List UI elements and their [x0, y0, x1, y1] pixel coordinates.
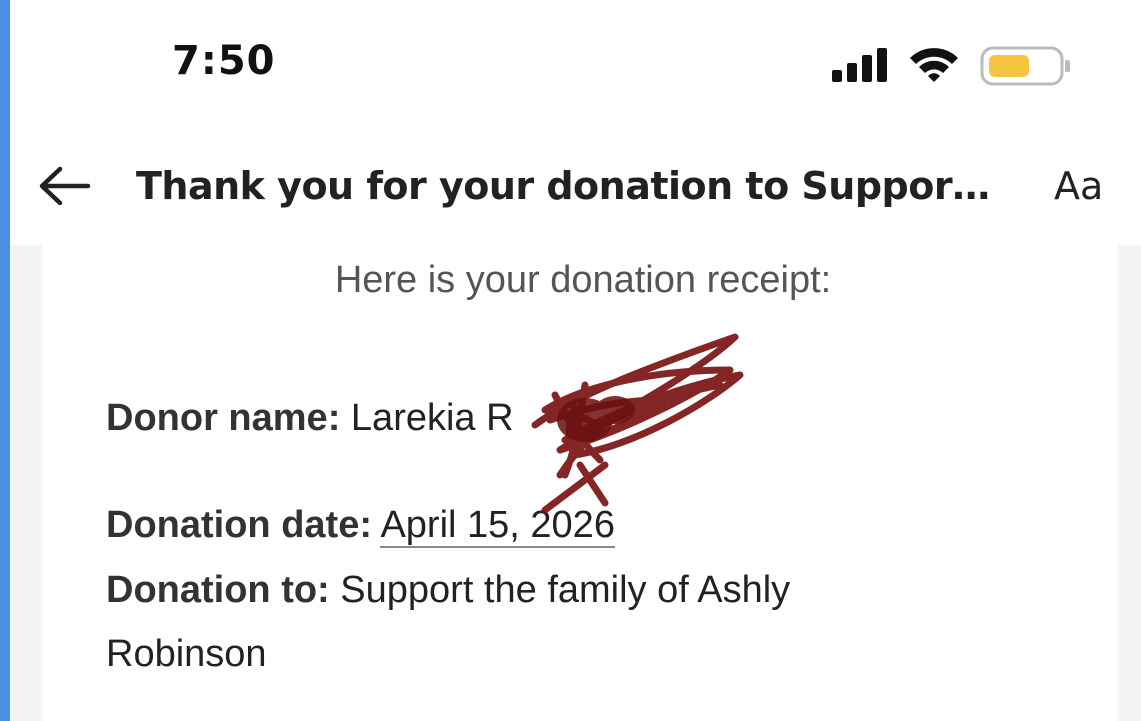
- email-header: Thank you for your donation to Suppor… A…: [10, 130, 1141, 245]
- email-subject: Thank you for your donation to Suppor…: [136, 164, 990, 208]
- donor-name-label: Donor name:: [106, 397, 341, 439]
- donor-name-row: Donor name: Larekia R: [106, 397, 514, 440]
- donation-to-value-continued: Robinson: [106, 633, 267, 676]
- donation-to-value-line2: Robinson: [106, 633, 267, 675]
- battery-icon: [980, 46, 1070, 86]
- text-size-button[interactable]: Aa: [1054, 164, 1103, 208]
- cellular-signal-icon: [832, 48, 887, 82]
- email-screen: 7:50 Thank you for your donation to Supp…: [0, 0, 1141, 721]
- arrow-left-icon: [39, 166, 91, 206]
- back-button[interactable]: [38, 164, 92, 208]
- redaction-scribble: [531, 333, 744, 514]
- left-edge-strip: [0, 0, 10, 721]
- donor-name-value: Larekia R: [350, 397, 514, 439]
- donation-to-value: Support the family of Ashly: [340, 569, 791, 611]
- status-bar: 7:50: [10, 0, 1141, 130]
- status-time: 7:50: [172, 38, 276, 84]
- receipt-intro: Here is your donation receipt:: [334, 259, 832, 301]
- wifi-icon: [910, 48, 958, 82]
- donation-to-label: Donation to:: [106, 569, 330, 611]
- donation-to-row: Donation to: Support the family of Ashly: [106, 569, 790, 612]
- donation-date-label: Donation date:: [106, 504, 372, 546]
